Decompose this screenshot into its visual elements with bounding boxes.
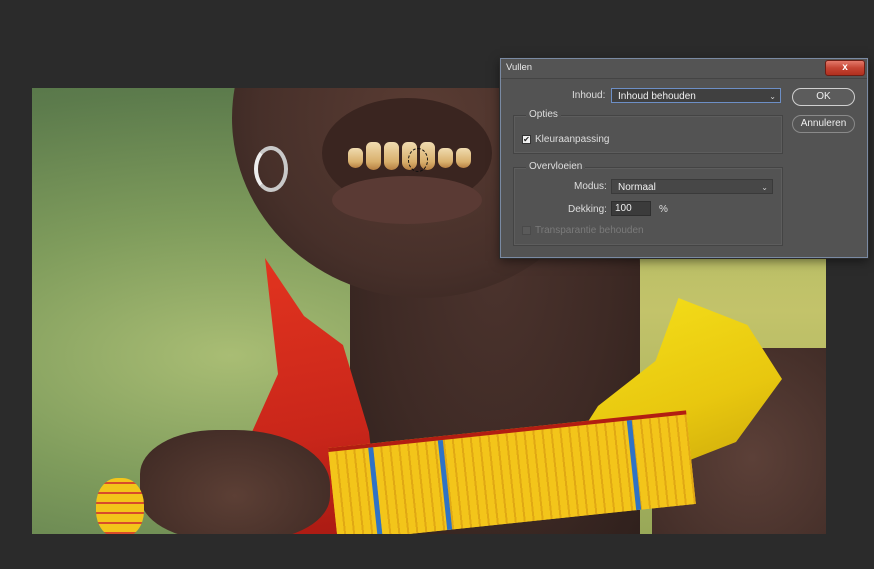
- cancel-button[interactable]: Annuleren: [792, 115, 855, 133]
- color-adapt-checkbox[interactable]: ✔: [522, 135, 531, 144]
- subject-lower-lip: [332, 176, 482, 224]
- close-icon: x: [842, 62, 848, 73]
- chevron-down-icon: ⌄: [761, 183, 768, 192]
- color-adapt-label: Kleuraanpassing: [535, 134, 610, 145]
- chevron-down-icon: ⌄: [769, 92, 776, 101]
- close-button[interactable]: x: [825, 60, 865, 76]
- marquee-selection[interactable]: [408, 148, 428, 172]
- opacity-input[interactable]: 100: [611, 201, 651, 216]
- opacity-value: 100: [615, 203, 632, 214]
- beaded-bracelet: [96, 478, 144, 534]
- ok-button[interactable]: OK: [792, 88, 855, 106]
- opacity-label: Dekking:: [568, 204, 607, 215]
- contents-select[interactable]: Inhoud behouden ⌄: [611, 88, 781, 103]
- mode-label: Modus:: [574, 181, 607, 192]
- preserve-transparency-checkbox[interactable]: [522, 226, 531, 235]
- dialog-titlebar[interactable]: Vullen x: [501, 59, 867, 79]
- mode-select-value: Normaal: [618, 182, 656, 193]
- contents-label: Inhoud:: [572, 90, 606, 101]
- checkmark-icon: ✔: [523, 135, 530, 144]
- blend-group-title: Overvloeien: [526, 161, 586, 172]
- fill-dialog: Vullen x Inhoud: Inhoud behouden ⌄ OK An…: [500, 58, 868, 258]
- contents-select-value: Inhoud behouden: [618, 91, 696, 102]
- mode-select[interactable]: Normaal ⌄: [611, 179, 773, 194]
- earring: [254, 146, 288, 192]
- opacity-unit: %: [659, 204, 668, 215]
- subject-hand: [140, 430, 330, 534]
- preserve-transparency-label: Transparantie behouden: [535, 225, 644, 236]
- options-group-title: Opties: [526, 109, 561, 120]
- dialog-title: Vullen: [506, 62, 533, 73]
